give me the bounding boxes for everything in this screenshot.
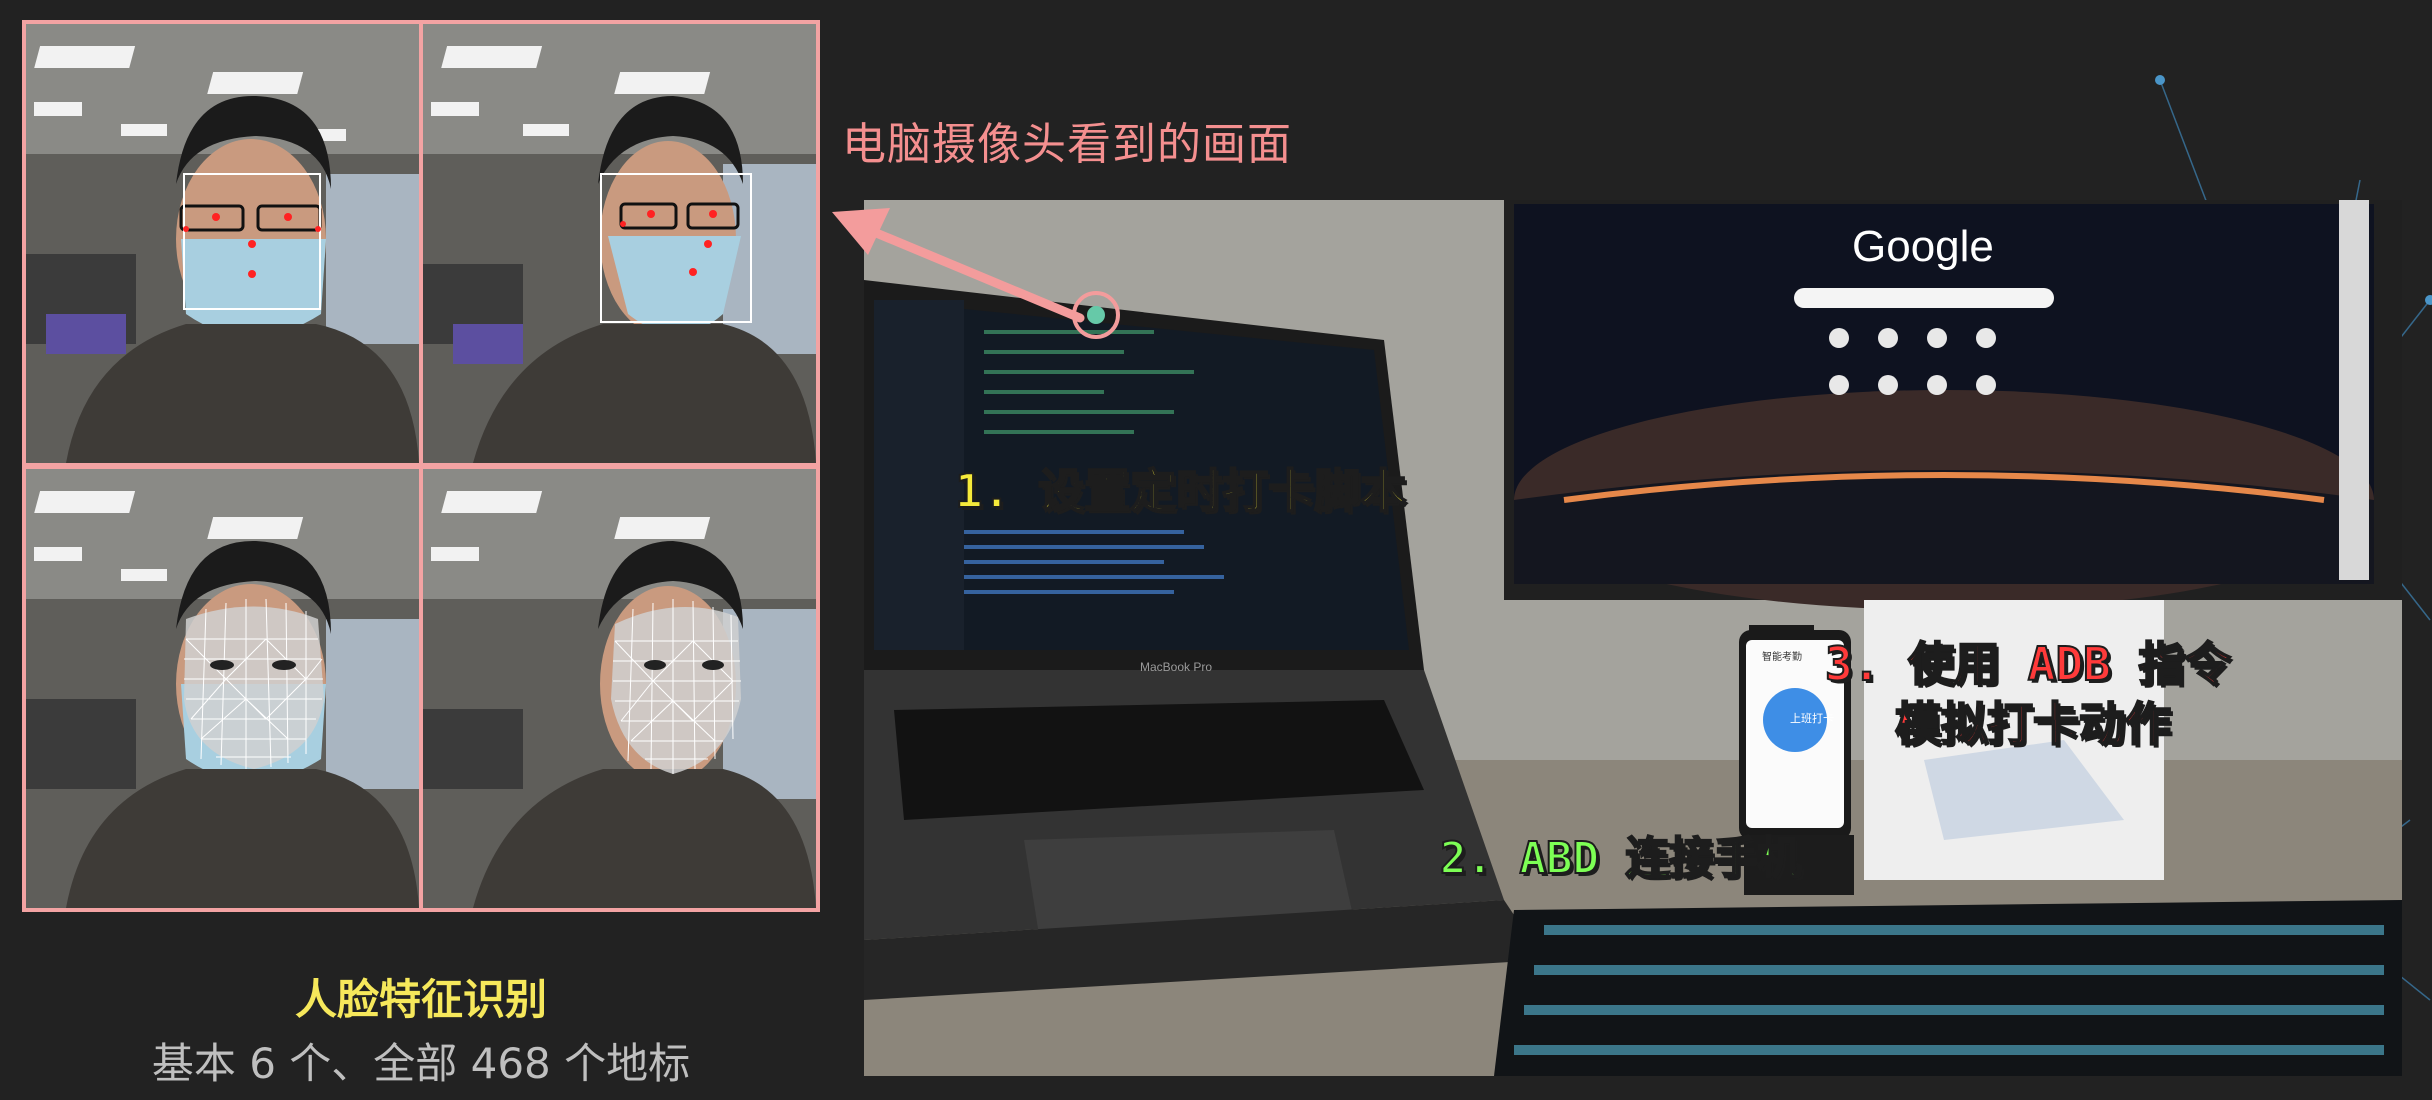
face-bbox-front: [26, 24, 419, 463]
face-mesh-side: [423, 469, 816, 908]
laptop-model-label: MacBook Pro: [1140, 660, 1213, 674]
step-3-label-line2: 模拟打卡动作: [1894, 696, 2172, 752]
face-recognition-title: 人脸特征识别: [294, 975, 547, 1024]
camera-view-caption: 电脑摄像头看到的画面: [842, 119, 1292, 170]
step-2-label: 2. ABD 连接手机: [1439, 832, 1802, 885]
step-1-label: 1. 设置定时打卡脚本: [954, 463, 1407, 519]
face-detection-grid: [22, 20, 820, 912]
face-bbox-side: [423, 24, 816, 463]
phone-clock-in-button: 上班打卡: [1790, 712, 1834, 725]
step-3-label-line1: 3. 使用 ADB 指令: [1824, 636, 2232, 692]
face-recognition-subtitle: 基本 6 个、全部 468 个地标: [151, 1039, 691, 1088]
phone-app-header: 智能考勤: [1762, 652, 1802, 663]
face-mesh-front: [26, 469, 419, 908]
google-logo: Google: [1852, 222, 1994, 271]
arrow-to-webcam: [832, 208, 1085, 323]
